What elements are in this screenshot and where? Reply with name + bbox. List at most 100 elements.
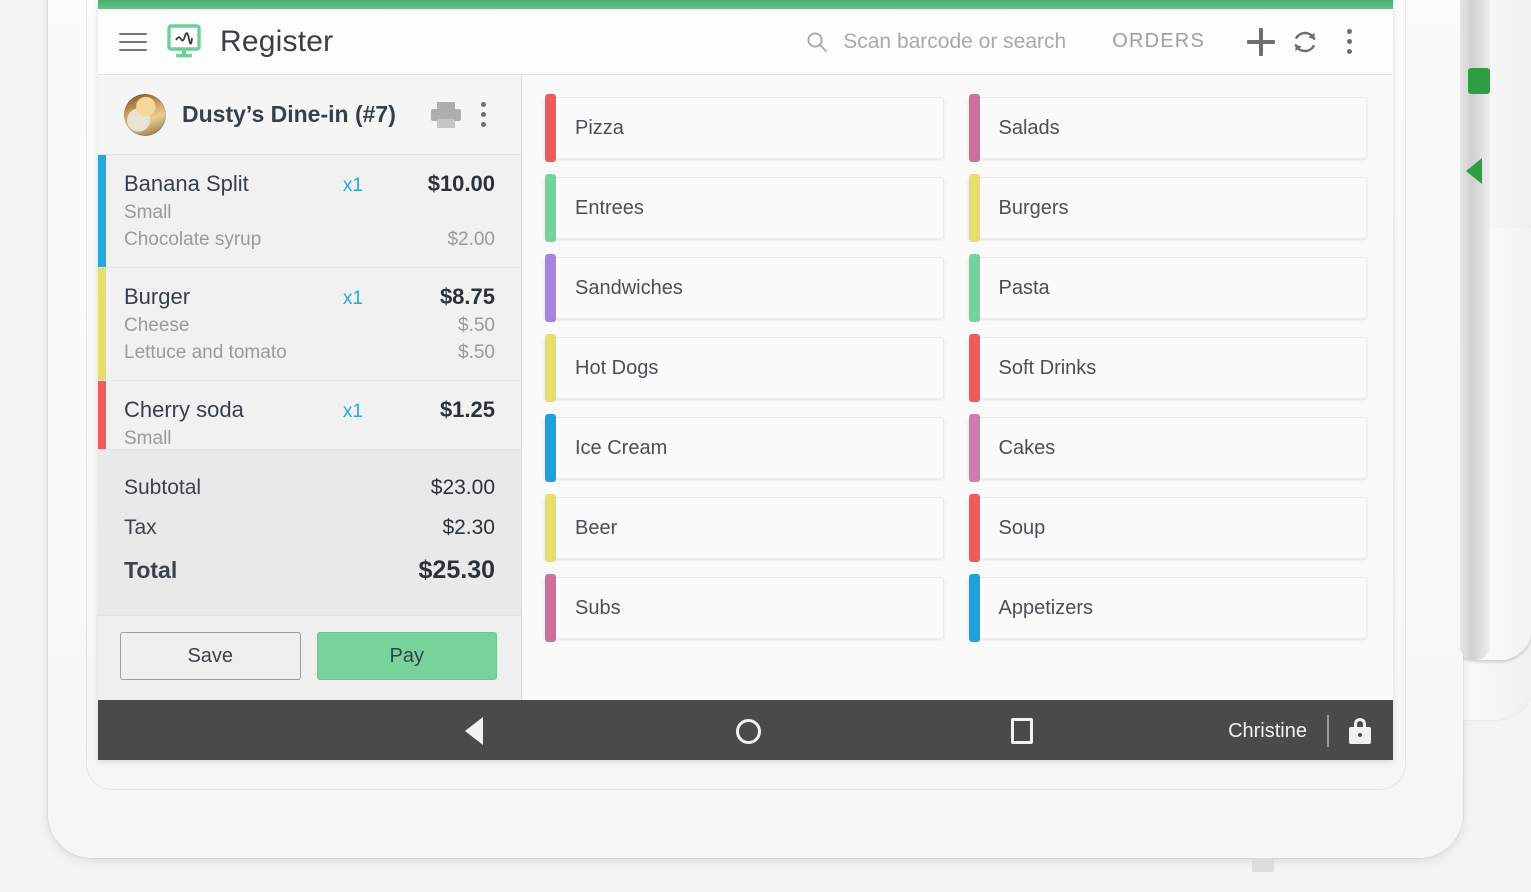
nav-divider — [1327, 715, 1329, 747]
line-item-qty: x1 — [342, 401, 363, 422]
category-tile-label: Ice Cream — [575, 436, 668, 459]
category-tile-entrees[interactable]: Entrees — [544, 174, 944, 242]
modifier-price: $2.00 — [447, 229, 495, 250]
category-tile-sandwiches[interactable]: Sandwiches — [544, 254, 944, 322]
nav-right-group: Christine — [1228, 700, 1371, 760]
hamburger-menu-icon[interactable] — [116, 25, 150, 59]
totals-value: $2.30 — [442, 516, 495, 539]
category-accent-bar — [968, 174, 980, 242]
android-nav-bar: Christine — [98, 700, 1393, 760]
category-tile-hot-dogs[interactable]: Hot Dogs — [544, 334, 944, 402]
line-item-modifier: Cheese $.50 — [124, 315, 495, 337]
line-item-modifier: Lettuce and tomato $.50 — [124, 342, 495, 364]
page-title: Register — [220, 24, 334, 58]
line-item-accent-bar — [98, 381, 106, 449]
category-tile-label: Entrees — [575, 196, 644, 219]
order-totals: Subtotal $23.00 Tax $2.30 Total $25.30 — [98, 449, 521, 615]
green-arrow-marker — [1466, 158, 1482, 184]
category-accent-bar — [545, 414, 556, 482]
category-accent-bar — [968, 254, 980, 322]
order-panel: Dusty’s Dine-in (#7) Banana Split x1 $10… — [98, 75, 522, 700]
search-input[interactable]: Scan barcode or search — [805, 30, 1066, 54]
category-accent-bar — [968, 94, 980, 162]
line-item-accent-bar — [98, 155, 106, 267]
line-item-modifier: Chocolate syrup $2.00 — [124, 229, 495, 251]
plus-icon — [1247, 27, 1275, 56]
modifier-price: $.50 — [458, 315, 495, 336]
printer-icon[interactable] — [431, 101, 461, 128]
line-item-qty: x1 — [342, 288, 363, 309]
category-tile-label: Pizza — [575, 116, 624, 139]
order-line-item[interactable]: Banana Split x1 $10.00 Small Chocolate s… — [98, 155, 521, 268]
main-content: Dusty’s Dine-in (#7) Banana Split x1 $10… — [98, 75, 1393, 700]
order-header: Dusty’s Dine-in (#7) — [98, 75, 521, 155]
totals-row: Subtotal $23.00 — [124, 468, 495, 508]
add-button[interactable] — [1239, 20, 1283, 64]
order-title: Dusty’s Dine-in (#7) — [182, 101, 396, 127]
category-accent-bar — [968, 414, 980, 482]
category-accent-bar — [545, 174, 556, 242]
total-row: Total $25.30 — [124, 548, 495, 593]
register-app-icon — [164, 22, 204, 62]
refresh-button[interactable] — [1283, 20, 1327, 64]
line-item-modifier: Small — [124, 428, 495, 449]
category-tile-grid: Pizza Salads Entrees Burgers Sandwiches … — [544, 94, 1367, 642]
category-tile-beer[interactable]: Beer — [544, 494, 944, 562]
category-tile-pasta[interactable]: Pasta — [967, 254, 1367, 322]
category-tile-salads[interactable]: Salads — [967, 94, 1367, 162]
category-tile-subs[interactable]: Subs — [544, 574, 944, 642]
recents-button[interactable] — [982, 700, 1062, 760]
line-item-price: $10.00 — [427, 171, 495, 196]
category-tile-label: Hot Dogs — [575, 356, 659, 379]
home-circle-icon — [735, 718, 761, 744]
line-item-main-row: Cherry soda x1 $1.25 — [124, 397, 495, 423]
pay-button[interactable]: Pay — [316, 632, 497, 680]
category-tile-label: Sandwiches — [575, 276, 683, 299]
line-item-name: Cherry soda — [124, 397, 244, 422]
category-accent-bar — [545, 494, 556, 562]
home-button[interactable] — [708, 700, 788, 760]
back-button[interactable] — [434, 700, 514, 760]
category-tile-label: Subs — [575, 596, 621, 619]
order-line-item[interactable]: Cherry soda x1 $1.25 Small — [98, 381, 521, 449]
line-item-name: Burger — [124, 284, 191, 309]
totals-row: Tax $2.30 — [124, 508, 495, 548]
recents-square-icon — [1011, 718, 1033, 744]
modifier-name: Small — [124, 428, 172, 449]
category-tile-label: Cakes — [998, 436, 1056, 459]
modifier-price: $.50 — [458, 342, 495, 363]
tablet-screen: Register Scan barcode or search ORDERS D… — [98, 0, 1393, 760]
totals-label: Tax — [124, 516, 157, 539]
order-actions: Save Pay — [98, 615, 521, 700]
orders-button[interactable]: ORDERS — [1112, 30, 1205, 53]
device-edge-strip — [1460, 0, 1490, 660]
category-tile-pizza[interactable]: Pizza — [544, 94, 944, 162]
order-overflow-button[interactable] — [461, 93, 505, 137]
save-button[interactable]: Save — [120, 632, 301, 680]
line-item-main-row: Banana Split x1 $10.00 — [124, 171, 495, 197]
category-tile-soup[interactable]: Soup — [967, 494, 1367, 562]
category-tile-burgers[interactable]: Burgers — [967, 174, 1367, 242]
avatar — [124, 93, 166, 136]
category-tile-soft-drinks[interactable]: Soft Drinks — [967, 334, 1367, 402]
totals-value: $25.30 — [418, 556, 495, 584]
category-tile-label: Appetizers — [998, 596, 1094, 619]
category-tile-cakes[interactable]: Cakes — [967, 414, 1367, 482]
category-tile-label: Soft Drinks — [998, 356, 1097, 379]
category-tile-label: Salads — [998, 116, 1060, 139]
category-tile-appetizers[interactable]: Appetizers — [967, 574, 1367, 642]
category-tile-ice-cream[interactable]: Ice Cream — [544, 414, 944, 482]
search-icon — [807, 31, 828, 52]
lock-icon[interactable] — [1349, 718, 1371, 744]
scene: Register Scan barcode or search ORDERS D… — [0, 0, 1531, 892]
category-accent-bar — [545, 94, 556, 162]
appbar-overflow-button[interactable] — [1327, 20, 1371, 64]
modifier-name: Lettuce and tomato — [124, 342, 287, 363]
menu-panel: Pizza Salads Entrees Burgers Sandwiches … — [522, 75, 1393, 700]
order-line-item[interactable]: Burger x1 $8.75 Cheese $.50 Lettuce and … — [98, 268, 521, 381]
current-user-label: Christine — [1228, 719, 1307, 742]
line-item-price: $8.75 — [439, 284, 495, 309]
line-item-main-row: Burger x1 $8.75 — [124, 284, 495, 310]
line-item-accent-bar — [98, 268, 106, 380]
line-item-name: Banana Split — [124, 171, 249, 196]
